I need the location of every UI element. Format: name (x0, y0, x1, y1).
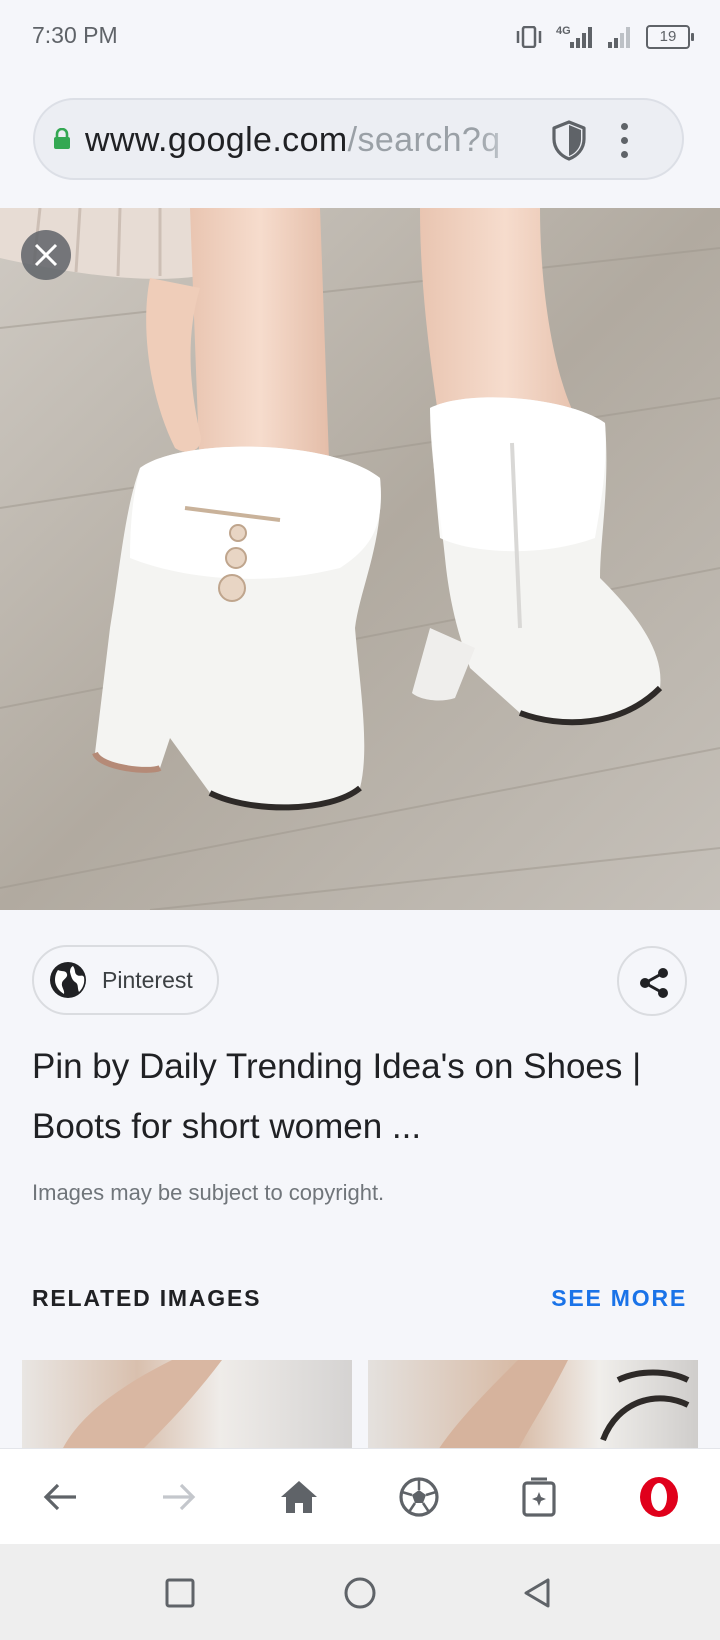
boots-illustration (0, 208, 720, 910)
result-title[interactable]: Pin by Daily Trending Idea's on Shoes | … (32, 1037, 682, 1157)
status-icons: 4G 19 (514, 22, 694, 52)
related-image-thumbnail[interactable] (22, 1360, 352, 1450)
globe-icon (50, 962, 86, 998)
close-icon (34, 243, 58, 267)
close-button[interactable] (21, 230, 71, 280)
url-path: /search?q (347, 121, 501, 159)
signal-icon (608, 27, 630, 48)
url-text[interactable]: www.google.com/search?q (85, 120, 530, 160)
browser-toolbar: www.google.com/search?q (0, 72, 720, 208)
soccer-ball-icon[interactable] (397, 1475, 441, 1519)
tabs-icon[interactable] (517, 1475, 561, 1519)
back-triangle-icon[interactable] (520, 1576, 554, 1610)
home-icon[interactable] (277, 1475, 321, 1519)
status-bar: 7:30 PM 4G 19 (0, 0, 720, 72)
status-time: 7:30 PM (32, 22, 118, 48)
copyright-notice: Images may be subject to copyright. (32, 1180, 385, 1205)
opera-icon[interactable] (637, 1475, 681, 1519)
source-chip[interactable]: Pinterest (32, 945, 219, 1015)
recents-icon[interactable] (163, 1576, 197, 1610)
result-image[interactable] (0, 208, 720, 910)
shield-icon[interactable] (548, 118, 590, 162)
home-circle-icon[interactable] (343, 1576, 377, 1610)
share-button[interactable] (617, 946, 687, 1016)
overflow-menu-icon[interactable] (603, 118, 645, 162)
lock-icon (54, 128, 70, 149)
see-more-link[interactable]: SEE MORE (551, 1285, 687, 1312)
battery-level: 19 (659, 28, 677, 45)
source-label: Pinterest (102, 966, 193, 993)
back-icon[interactable] (38, 1475, 82, 1519)
share-icon (640, 968, 668, 998)
forward-icon[interactable] (157, 1475, 201, 1519)
system-nav-bar (0, 1544, 720, 1640)
related-image-thumbnail[interactable] (368, 1360, 698, 1450)
network-type-label: 4G (556, 25, 571, 37)
battery-icon: 19 (646, 25, 694, 49)
browser-bottom-nav (0, 1448, 720, 1545)
related-images-heading: RELATED IMAGES (32, 1285, 262, 1311)
vibrate-icon (516, 26, 542, 48)
url-host: www.google.com (85, 121, 348, 159)
address-bar[interactable]: www.google.com/search?q (33, 98, 684, 180)
signal-4g-icon: 4G (556, 25, 592, 48)
